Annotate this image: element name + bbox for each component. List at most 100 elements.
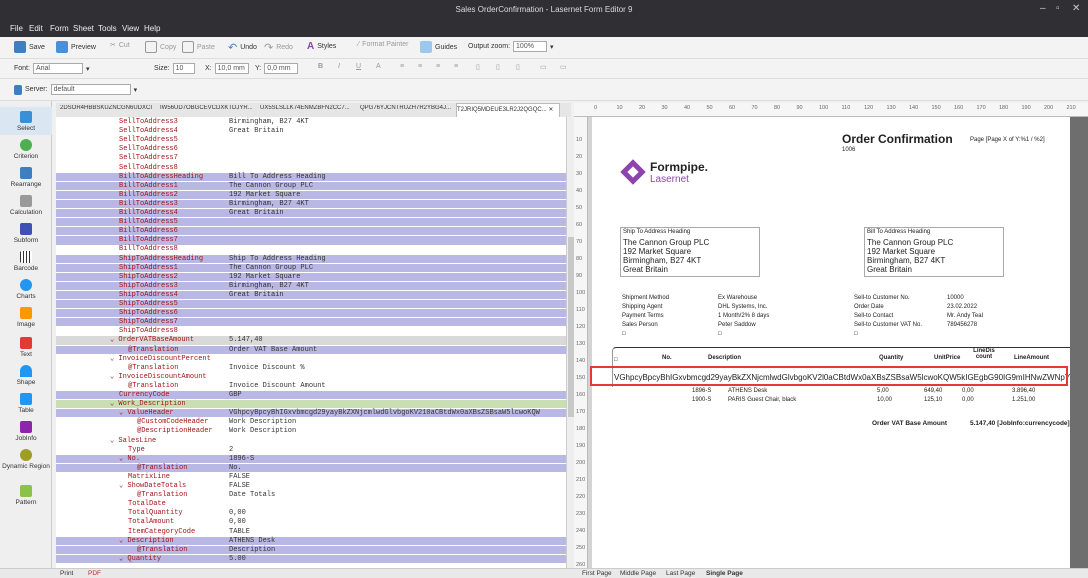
designer-scrollbar[interactable] <box>1070 117 1088 568</box>
info-value[interactable]: Ex Warehouse <box>718 295 757 301</box>
xml-scrollbar[interactable] <box>566 117 574 568</box>
info-label[interactable]: Shipment Method <box>622 295 669 301</box>
row-discount[interactable]: 0,00 <box>962 388 974 394</box>
info-value[interactable]: DHL Systems, Inc. <box>718 304 767 310</box>
y-input[interactable]: 0,0 mm <box>264 63 299 74</box>
xml-row[interactable]: ShipToAddress7 <box>56 318 566 327</box>
xml-row[interactable]: SellToAddress4 Great Britain <box>56 127 566 135</box>
info-label[interactable]: Sell-to Contact <box>854 313 893 319</box>
tab-sheet-1[interactable]: 2DSOR4HBBSKUZNCGN6UDXCI... <box>60 105 152 111</box>
preview-button[interactable]: Preview <box>56 41 96 53</box>
xml-row[interactable]: ⌄ ValueHeader VGhpcyBpcyBhIGxvbmcgd29yayB… <box>56 409 566 418</box>
justify-icon[interactable]: ≡ <box>454 63 458 70</box>
vat-value[interactable]: 5.147,40 [JobInfo:currencycode] <box>970 420 1070 427</box>
tool-rearrange[interactable]: Rearrange <box>0 167 52 188</box>
info-value[interactable]: 10000 <box>947 295 964 301</box>
xml-row[interactable]: ⌄ InvoiceDiscountPercent <box>56 355 566 363</box>
tool-criterion[interactable]: Criterion <box>0 139 52 160</box>
row-amount[interactable]: 3.896,40 <box>1012 388 1035 394</box>
xml-row[interactable]: ⌄ ShowDateTotals FALSE <box>56 482 566 490</box>
xml-row[interactable]: BillToAddress2 192 Market Square <box>56 190 566 200</box>
xml-row[interactable]: ShipToAddress1 The Cannon Group PLC <box>56 263 566 272</box>
xml-row[interactable]: @Translation Order VAT Base Amount <box>56 345 566 354</box>
checkbox-icon[interactable]: □ <box>614 357 618 363</box>
row-no[interactable]: 1900-S <box>692 397 711 403</box>
menu-help[interactable]: Help <box>144 24 160 33</box>
xml-row[interactable]: MatrixLine FALSE <box>56 473 566 481</box>
xml-row[interactable]: SellToAddress6 <box>56 145 566 153</box>
size-select[interactable]: 10 <box>172 63 195 74</box>
xml-row[interactable]: CurrencyCode GBP <box>56 391 566 400</box>
x-input[interactable]: 10,0 mm <box>214 63 249 74</box>
row-price[interactable]: 125,10 <box>924 397 942 403</box>
middle-page-tab[interactable]: Middle Page <box>620 570 656 577</box>
info-value[interactable]: 789456278 <box>947 322 977 328</box>
tab-sheet-2[interactable]: IW56UD7OBGCEVCDXKTDJYR... <box>160 105 252 111</box>
xml-row[interactable]: TotalDate <box>56 500 566 508</box>
align-center-icon[interactable]: ≡ <box>418 63 422 70</box>
xml-row[interactable]: ShipToAddress3 Birmingham, B27 4KT <box>56 281 566 291</box>
xml-row[interactable]: BillToAddress7 <box>56 236 566 245</box>
table-header[interactable]: LineDis count <box>972 348 996 360</box>
info-value[interactable]: Mr. Andy Teal <box>947 313 983 319</box>
xml-row[interactable]: @Translation Date Totals <box>56 491 566 499</box>
align-right-icon[interactable]: ≡ <box>436 63 440 70</box>
bold-button[interactable]: B <box>318 63 323 70</box>
xml-row[interactable]: ShipToAddress8 <box>56 327 566 335</box>
ship-to-box[interactable]: Ship To Address Heading The Cannon Group… <box>620 227 760 277</box>
menu-form[interactable]: Form <box>50 24 69 33</box>
tool-jobinfo[interactable]: JobInfo <box>0 421 52 442</box>
xml-row[interactable]: ⌄ SalesLine <box>56 437 566 445</box>
row-amount[interactable]: 1.251,00 <box>1012 397 1035 403</box>
first-page-tab[interactable]: First Page <box>582 570 612 577</box>
border-icon[interactable]: ▭ <box>560 63 567 71</box>
checkbox-icon[interactable]: □ <box>622 331 626 337</box>
row-discount[interactable]: 0,00 <box>962 397 974 403</box>
font-select[interactable]: Arial <box>32 63 83 74</box>
xml-row[interactable]: BillToAddress1 The Cannon Group PLC <box>56 181 566 190</box>
maximize-button[interactable]: ▫ <box>1056 3 1060 14</box>
tool-select[interactable]: Select <box>0 107 52 135</box>
styles-button[interactable]: A Styles <box>307 41 336 52</box>
zoom-select[interactable]: 100% <box>513 41 548 52</box>
save-button[interactable]: Save <box>14 41 45 53</box>
close-button[interactable]: ✕ <box>1072 3 1080 14</box>
xml-row[interactable]: BillToAddress6 <box>56 227 566 236</box>
copy-button[interactable]: Copy <box>145 41 176 53</box>
xml-row[interactable]: @CustomCodeHeader Work Description <box>56 418 566 426</box>
column-icon[interactable]: ▯ <box>496 63 500 71</box>
xml-row[interactable]: TotalQuantity 0,00 <box>56 509 566 517</box>
xml-data-tree[interactable]: SellToAddress3 Birmingham, B27 4KT SellToA… <box>56 117 566 568</box>
row-qty[interactable]: 10,00 <box>877 397 892 403</box>
table-header[interactable]: LineAmount <box>1014 355 1049 361</box>
info-label[interactable]: Sell-to Customer No. <box>854 295 910 301</box>
xml-row[interactable]: SellToAddress5 <box>56 136 566 144</box>
checkbox-icon[interactable]: □ <box>854 331 858 337</box>
xml-row[interactable]: ShipToAddress2 192 Market Square <box>56 272 566 281</box>
menu-edit[interactable]: Edit <box>29 24 43 33</box>
xml-row[interactable]: ShipToAddress4 Great Britain <box>56 290 566 300</box>
tab-sheet-5[interactable]: T2JRIQ5MDEUE3LR2J2QGQC... ✕ <box>456 103 560 117</box>
xml-row[interactable]: ⌄ OrderVATBaseAmount 5.147,40 <box>56 336 566 345</box>
xml-row[interactable]: BillToAddress3 Birmingham, B27 4KT <box>56 199 566 209</box>
guides-button[interactable]: Guides <box>420 41 457 53</box>
row-desc[interactable]: PARIS Guest Chair, black <box>728 397 796 403</box>
format-painter-button[interactable]: ⁄ Format Painter <box>358 41 408 48</box>
table-header[interactable]: UnitPrice <box>934 355 960 361</box>
xml-row[interactable]: SellToAddress3 Birmingham, B27 4KT <box>56 118 566 126</box>
row-price[interactable]: 649,40 <box>924 388 942 394</box>
info-label[interactable]: Sell-to Customer VAT No. <box>854 322 922 328</box>
chevron-down-icon[interactable]: ▾ <box>134 86 138 94</box>
info-label[interactable]: Sales Person <box>622 322 658 328</box>
vat-label[interactable]: Order VAT Base Amount <box>872 420 947 427</box>
xml-row[interactable]: @Translation Invoice Discount Amount <box>56 382 566 390</box>
info-value[interactable]: 23.02.2022 <box>947 304 977 310</box>
info-label[interactable]: Payment Terms <box>622 313 664 319</box>
menu-tools[interactable]: Tools <box>98 24 117 33</box>
tool-subform[interactable]: Subform <box>0 223 52 244</box>
menu-view[interactable]: View <box>122 24 139 33</box>
checkbox-icon[interactable]: □ <box>718 331 722 337</box>
xml-row[interactable]: BillToAddress5 <box>56 218 566 227</box>
row-no[interactable]: 1896-S <box>692 388 711 394</box>
tool-pattern[interactable]: Pattern <box>0 485 52 506</box>
